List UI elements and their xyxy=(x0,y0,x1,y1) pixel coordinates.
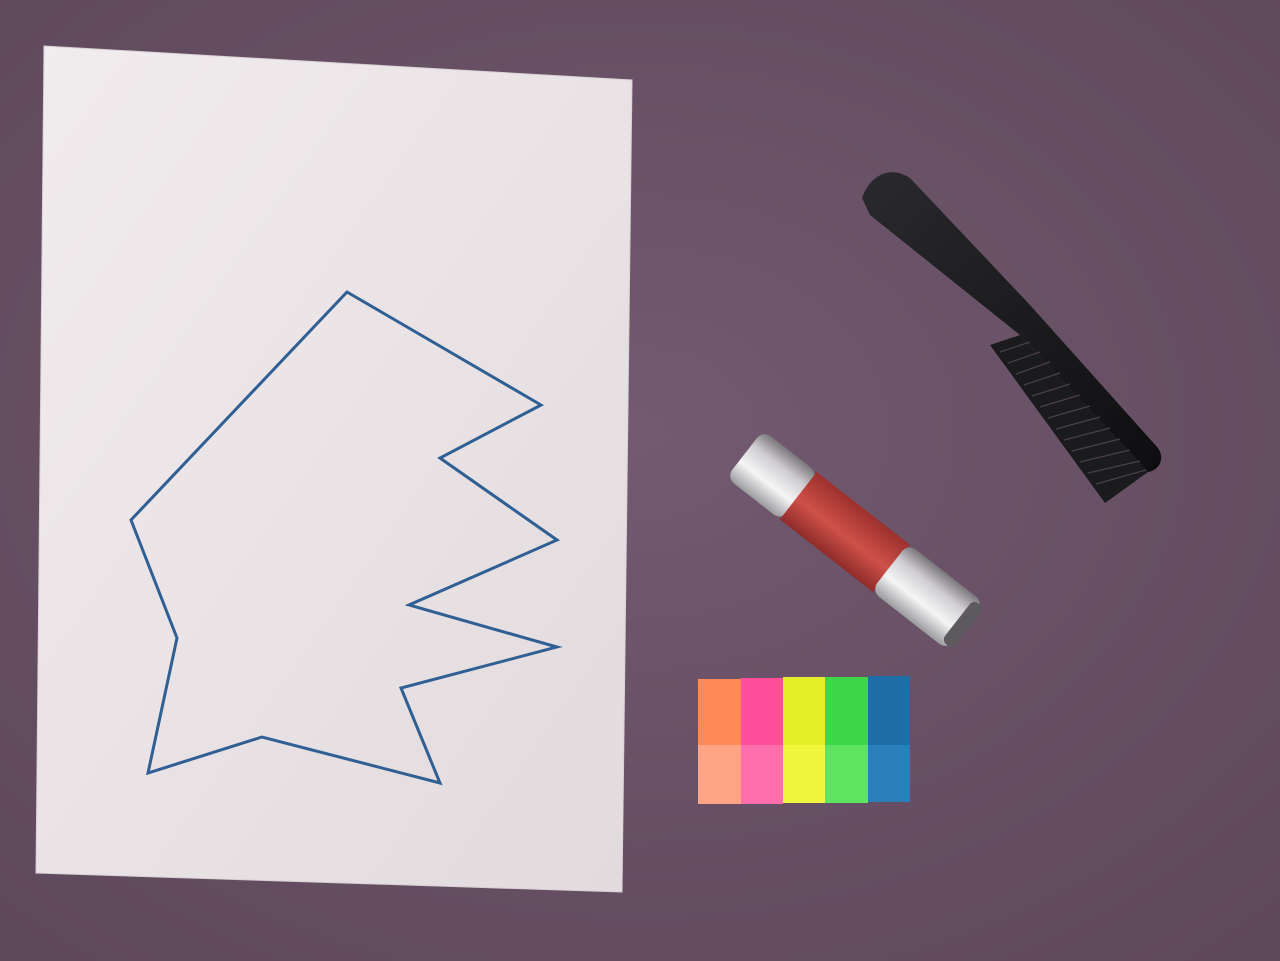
paper-sheet xyxy=(35,45,633,893)
tab-pink-light xyxy=(741,745,783,804)
photo-scene xyxy=(0,0,1280,961)
tab-yellow-light xyxy=(783,745,825,803)
tab-green-light xyxy=(825,745,868,803)
sticky-note-tabs xyxy=(698,676,910,804)
tab-orange-light xyxy=(698,745,741,804)
tab-blue-light xyxy=(868,745,910,802)
